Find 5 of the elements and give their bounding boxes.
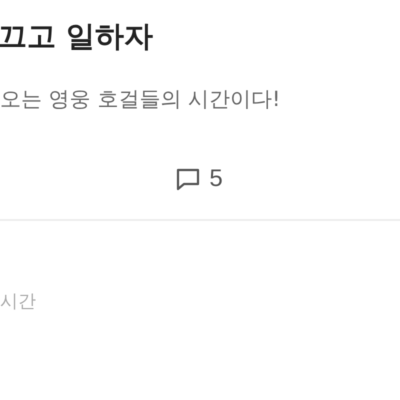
comment-button[interactable]: 5: [175, 161, 223, 197]
post-meta: 시간: [0, 290, 37, 314]
post-title: 끄고 일하자: [0, 18, 154, 55]
comment-icon: [175, 166, 202, 192]
post-subtitle: 오는 영웅 호걸들의 시간이다!: [0, 86, 282, 113]
